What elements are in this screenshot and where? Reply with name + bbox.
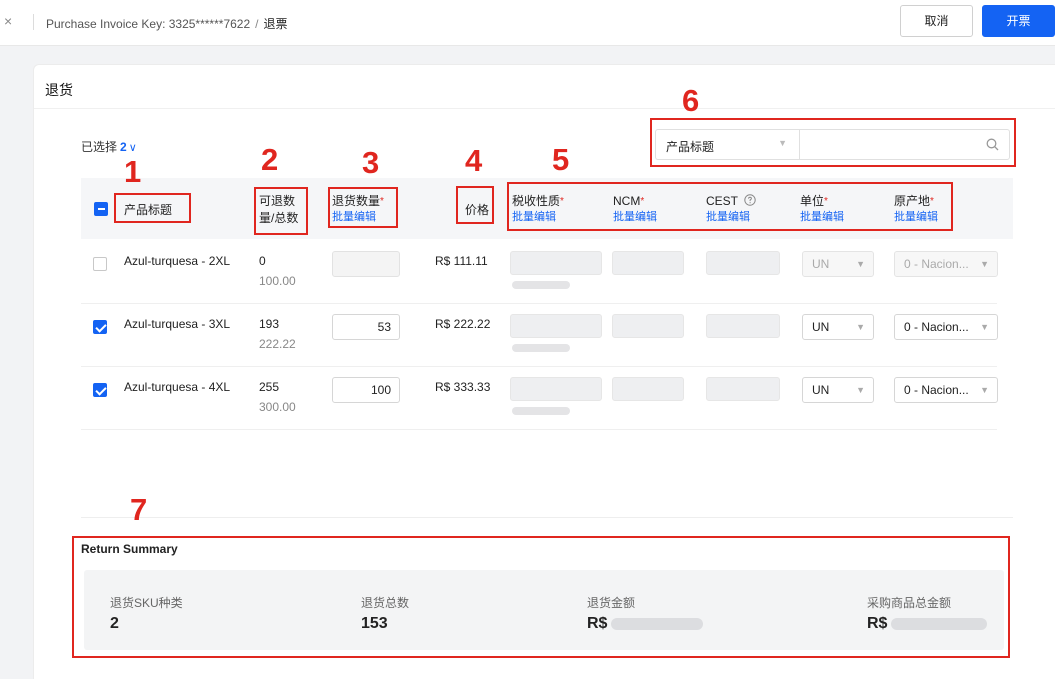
annotation-number-3: 3 xyxy=(362,145,380,180)
chevron-down-icon: ▼ xyxy=(980,385,989,395)
tax-nature-caption xyxy=(512,281,570,289)
annotation-number-6: 6 xyxy=(682,83,700,118)
unit-value: UN xyxy=(812,257,830,271)
origin-select[interactable]: 0 - Nacion... ▼ xyxy=(894,377,998,403)
ncm-input[interactable] xyxy=(612,377,684,401)
row-divider xyxy=(81,366,997,367)
unit-value: UN xyxy=(812,320,830,334)
cancel-button[interactable]: 取消 xyxy=(900,5,973,37)
cest-input[interactable] xyxy=(706,377,780,401)
ncm-input[interactable] xyxy=(612,314,684,338)
row-product-title: Azul-turquesa - 2XL xyxy=(124,254,231,268)
chevron-down-icon: ▼ xyxy=(856,259,865,269)
tax-nature-caption xyxy=(512,407,570,415)
origin-value: 0 - Nacion... xyxy=(904,383,969,397)
selected-number: 2 xyxy=(120,140,127,154)
annotation-box-4 xyxy=(456,186,494,224)
divider xyxy=(34,108,1055,109)
breadcrumb: Purchase Invoice Key: 3325******7622 / 退票 xyxy=(46,15,288,32)
row-total-qty: 222.22 xyxy=(259,337,296,351)
annotation-number-4: 4 xyxy=(465,143,483,178)
tax-nature-caption xyxy=(512,344,570,352)
unit-select[interactable]: UN ▼ xyxy=(802,251,874,277)
breadcrumb-separator: / xyxy=(255,17,259,31)
row-total-qty: 300.00 xyxy=(259,400,296,414)
row-returnable-qty: 255 xyxy=(259,380,280,394)
chevron-down-icon: ▼ xyxy=(856,322,865,332)
origin-value: 0 - Nacion... xyxy=(904,320,969,334)
breadcrumb-invoice-key[interactable]: Purchase Invoice Key: 3325******7622 xyxy=(46,17,250,31)
tax-nature-select[interactable] xyxy=(510,377,602,401)
top-bar: × Purchase Invoice Key: 3325******7622 / 退… xyxy=(0,0,1055,46)
cest-input[interactable] xyxy=(706,314,780,338)
row-returnable-qty: 0 xyxy=(259,254,266,268)
annotation-box-2 xyxy=(254,187,308,235)
row-checkbox[interactable] xyxy=(93,320,107,334)
chevron-down-icon[interactable]: ∨ xyxy=(129,142,137,154)
tax-nature-select[interactable] xyxy=(510,251,602,275)
issue-invoice-button[interactable]: 开票 xyxy=(982,5,1055,37)
return-qty-input[interactable]: 100 xyxy=(332,377,400,403)
row-price: R$ 111.11 xyxy=(435,254,488,268)
cest-input[interactable] xyxy=(706,251,780,275)
row-price: R$ 222.22 xyxy=(435,317,491,331)
annotation-box-1 xyxy=(114,193,191,223)
row-checkbox[interactable] xyxy=(93,383,107,397)
annotation-number-1: 1 xyxy=(124,154,142,189)
selected-label: 已选择 xyxy=(81,140,118,154)
row-product-title: Azul-turquesa - 4XL xyxy=(124,380,231,394)
origin-select[interactable]: 0 - Nacion... ▼ xyxy=(894,314,998,340)
annotation-number-7: 7 xyxy=(130,492,148,527)
ncm-input[interactable] xyxy=(612,251,684,275)
close-icon[interactable]: × xyxy=(4,13,12,29)
card-title: 退货 xyxy=(45,82,73,98)
tax-nature-select[interactable] xyxy=(510,314,602,338)
divider xyxy=(33,14,34,30)
row-divider xyxy=(81,429,997,430)
row-total-qty: 100.00 xyxy=(259,274,296,288)
row-divider xyxy=(81,303,997,304)
row-checkbox[interactable] xyxy=(93,257,107,271)
origin-select[interactable]: 0 - Nacion... ▼ xyxy=(894,251,998,277)
breadcrumb-current: 退票 xyxy=(263,17,288,31)
chevron-down-icon: ▼ xyxy=(856,385,865,395)
unit-select[interactable]: UN ▼ xyxy=(802,314,874,340)
selected-count[interactable]: 已选择 2 ∨ xyxy=(81,138,137,155)
select-all-checkbox[interactable] xyxy=(94,202,108,216)
annotation-number-5: 5 xyxy=(552,142,570,177)
divider xyxy=(81,517,1013,518)
chevron-down-icon: ▼ xyxy=(980,322,989,332)
annotation-number-2: 2 xyxy=(261,142,279,177)
unit-select[interactable]: UN ▼ xyxy=(802,377,874,403)
unit-value: UN xyxy=(812,383,830,397)
origin-value: 0 - Nacion... xyxy=(904,257,969,271)
return-qty-input[interactable]: 53 xyxy=(332,314,400,340)
return-qty-input[interactable] xyxy=(332,251,400,277)
chevron-down-icon: ▼ xyxy=(980,259,989,269)
row-product-title: Azul-turquesa - 3XL xyxy=(124,317,231,331)
row-returnable-qty: 193 xyxy=(259,317,280,331)
annotation-box-3 xyxy=(328,187,398,228)
row-price: R$ 333.33 xyxy=(435,380,491,394)
annotation-box-7 xyxy=(72,536,1010,658)
annotation-box-5 xyxy=(507,182,953,231)
annotation-box-6 xyxy=(650,118,1016,167)
